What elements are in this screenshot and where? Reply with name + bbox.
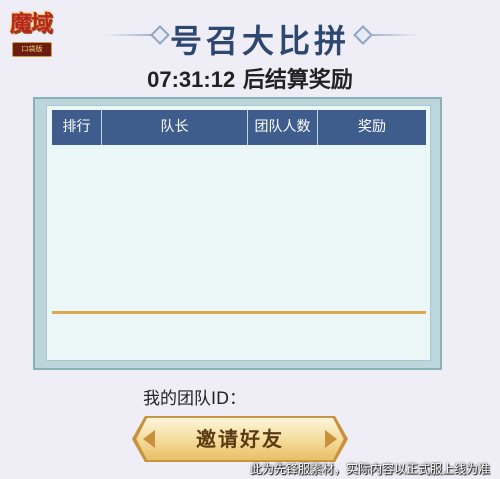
page-title: 号召大比拼 xyxy=(169,22,350,60)
column-reward: 奖励 xyxy=(318,110,426,145)
logo-title: 魔域 xyxy=(9,11,53,37)
game-logo: 魔域 口袋版 xyxy=(2,2,60,64)
ranking-table: 排行 队长 团队人数 奖励 xyxy=(46,105,431,361)
my-rank-divider xyxy=(52,311,426,314)
countdown-time: 07:31:12 xyxy=(147,67,236,92)
title-right-line xyxy=(370,34,418,36)
column-captain: 队长 xyxy=(102,110,248,145)
my-team-id-label: 我的团队ID： xyxy=(143,389,247,409)
countdown: 07:31:12 后结算奖励 xyxy=(0,62,500,94)
table-header: 排行 队长 团队人数 奖励 xyxy=(52,110,426,145)
logo-subtitle: 口袋版 xyxy=(12,42,52,57)
disclaimer-text: 此为先锋服素材，实际内容以正式服上线为准 xyxy=(249,462,490,476)
event-title-banner: 号召大比拼 xyxy=(95,14,425,60)
ranking-panel: 排行 队长 团队人数 奖励 xyxy=(33,97,442,370)
countdown-suffix: 后结算奖励 xyxy=(235,68,353,93)
column-team-size: 团队人数 xyxy=(248,110,318,145)
invite-friends-label[interactable]: 邀请好友 xyxy=(132,416,348,462)
column-rank: 排行 xyxy=(52,110,102,145)
